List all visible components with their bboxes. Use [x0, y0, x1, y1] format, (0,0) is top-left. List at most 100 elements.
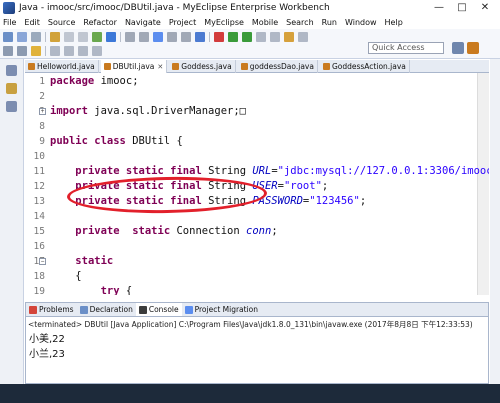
console-output-line: 小兰,23 — [29, 349, 65, 360]
toolbar-row-2 — [3, 44, 106, 57]
fold-expand-icon[interactable]: + — [39, 108, 46, 115]
code-token: ; — [359, 195, 367, 207]
code-token: "root" — [283, 180, 322, 192]
restore-icon[interactable] — [6, 65, 17, 76]
server-icon[interactable] — [78, 31, 88, 42]
run-icon[interactable] — [228, 31, 238, 42]
menu-run[interactable]: Run — [322, 18, 337, 27]
menu-file[interactable]: File — [3, 18, 16, 27]
tool-icon[interactable] — [139, 31, 149, 42]
menu-refactor[interactable]: Refactor — [83, 18, 117, 27]
code-line[interactable]: 3import java.sql.DriverManager;□+ — [25, 104, 489, 119]
code-line[interactable]: 19 try { — [25, 284, 489, 295]
open-type-icon[interactable] — [3, 45, 13, 56]
next-annotation-icon[interactable] — [50, 45, 60, 56]
window-title: Java - imooc/src/imooc/DBUtil.java - MyE… — [19, 3, 330, 13]
prev-annotation-icon[interactable] — [64, 45, 74, 56]
maximize-button[interactable]: □ — [455, 1, 469, 14]
code-line[interactable]: 8 — [25, 119, 489, 134]
menu-mobile[interactable]: Mobile — [252, 18, 278, 27]
package-icon[interactable] — [284, 31, 294, 42]
tab-dbutil[interactable]: DBUtil.java ✕ — [100, 60, 168, 73]
code-token: DBUtil { — [125, 135, 183, 147]
back-icon[interactable] — [78, 45, 88, 56]
menu-window[interactable]: Window — [345, 18, 377, 27]
fold-collapse-icon[interactable]: − — [39, 258, 46, 265]
console-output-line: 小美,22 — [29, 334, 65, 345]
code-token: public — [50, 135, 88, 147]
code-token: private — [75, 165, 120, 177]
debug-icon[interactable] — [242, 31, 252, 42]
java-perspective-icon[interactable] — [467, 42, 479, 54]
db-icon[interactable] — [106, 31, 116, 42]
close-tab-icon[interactable]: ✕ — [157, 63, 163, 71]
task-icon[interactable] — [31, 45, 41, 56]
menu-search[interactable]: Search — [286, 18, 313, 27]
outline-icon[interactable] — [6, 101, 17, 112]
tab-problems[interactable]: Problems — [26, 303, 77, 316]
declaration-icon — [79, 305, 88, 314]
search-icon[interactable] — [17, 45, 27, 56]
tab-goddess[interactable]: Goddess.java — [169, 60, 236, 73]
code-line[interactable]: 14 — [25, 209, 489, 224]
build-icon[interactable] — [64, 31, 74, 42]
tool-icon[interactable] — [298, 31, 308, 42]
left-trim-bar — [0, 59, 24, 384]
tab-console[interactable]: Console — [135, 303, 182, 316]
perspective-icon[interactable] — [452, 42, 464, 54]
code-token: static — [75, 255, 114, 267]
code-line[interactable]: 17 static− — [25, 254, 489, 269]
quick-access-input[interactable]: Quick Access — [368, 42, 444, 54]
tool-icon[interactable] — [181, 31, 191, 42]
code-line[interactable]: 9 public class DBUtil { — [25, 134, 489, 149]
code-line[interactable]: 10 — [25, 149, 489, 164]
deploy-icon[interactable] — [92, 31, 102, 42]
code-line[interactable]: 15 private static Connection conn; — [25, 224, 489, 239]
code-text: { — [50, 269, 81, 284]
tab-declaration[interactable]: Declaration — [77, 303, 136, 316]
tool-icon[interactable] — [270, 31, 280, 42]
tab-label: Goddess.java — [181, 62, 232, 71]
web-icon[interactable] — [153, 31, 163, 42]
code-line[interactable]: 1 package imooc; — [25, 74, 489, 89]
menu-navigate[interactable]: Navigate — [125, 18, 161, 27]
bottom-tab-bar: Problems Declaration Console Project Mig… — [26, 303, 488, 317]
line-number: 11 — [33, 166, 45, 177]
new-icon[interactable] — [3, 31, 13, 42]
code-line[interactable]: 2 — [25, 89, 489, 104]
tab-goddessaction[interactable]: GoddessAction.java — [320, 60, 410, 73]
menu-help[interactable]: Help — [385, 18, 403, 27]
tool-icon[interactable] — [256, 31, 266, 42]
code-line[interactable]: 18 { — [25, 269, 489, 284]
code-token: { — [119, 285, 133, 295]
folder-icon[interactable] — [50, 31, 60, 42]
console-status-header: <terminated> DBUtil [Java Application] C… — [28, 320, 473, 329]
tab-goddessdao[interactable]: goddessDao.java — [238, 60, 318, 73]
menu-myeclipse[interactable]: MyEclipse — [204, 18, 244, 27]
line-number: 16 — [33, 241, 45, 252]
minimize-button[interactable]: — — [432, 1, 446, 14]
close-window-button[interactable]: ✕ — [478, 1, 492, 14]
package-explorer-icon[interactable] — [6, 83, 17, 94]
menu-project[interactable]: Project — [169, 18, 196, 27]
code-token: java.sql.DriverManager; — [87, 105, 240, 117]
code-editor[interactable]: 1package imooc;23import java.sql.DriverM… — [25, 73, 489, 295]
tab-helloworld[interactable]: Helloworld.java — [25, 60, 99, 73]
code-text: public class DBUtil { — [50, 134, 183, 149]
forward-icon[interactable] — [92, 45, 102, 56]
stop-icon[interactable] — [214, 31, 224, 42]
save-icon[interactable] — [17, 31, 27, 42]
code-line[interactable]: 11 private static final String URL="jdbc… — [25, 164, 489, 179]
menu-source[interactable]: Source — [48, 18, 75, 27]
line-number: 9 — [39, 136, 45, 147]
line-number: 15 — [33, 226, 45, 237]
menu-edit[interactable]: Edit — [24, 18, 40, 27]
code-line[interactable]: 16 — [25, 239, 489, 254]
tool-icon[interactable] — [167, 31, 177, 42]
java-icon[interactable] — [195, 31, 205, 42]
tab-project-migration[interactable]: Project Migration — [182, 303, 261, 316]
code-token: ; — [321, 180, 329, 192]
tool-icon[interactable] — [125, 31, 135, 42]
print-icon[interactable] — [31, 31, 41, 42]
